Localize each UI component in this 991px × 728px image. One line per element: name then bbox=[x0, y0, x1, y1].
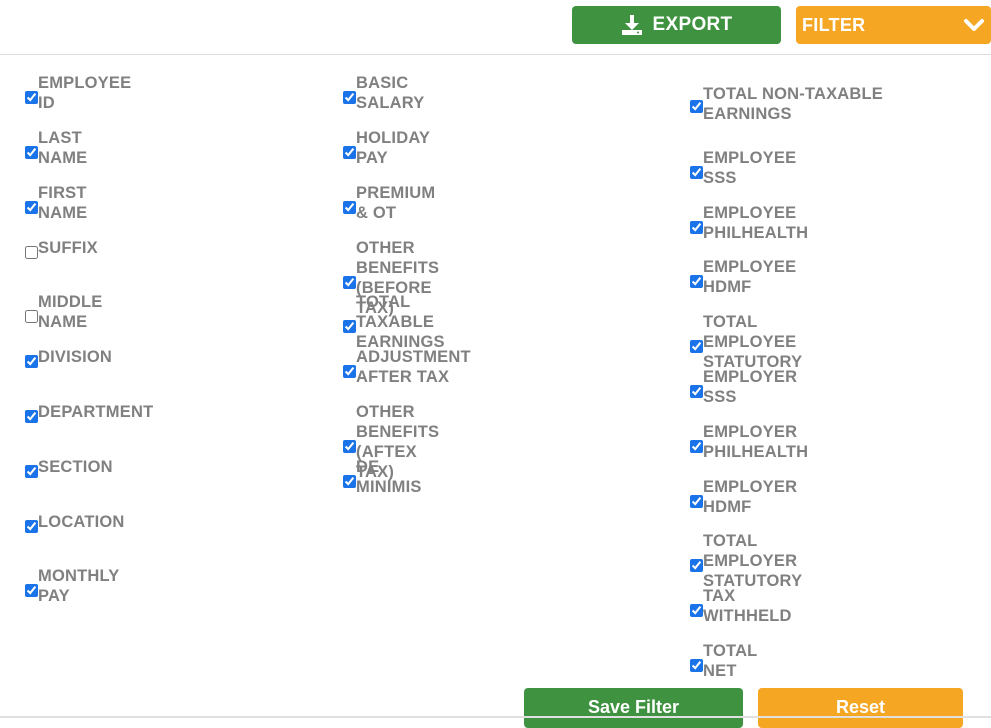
column-checkbox[interactable] bbox=[690, 603, 703, 617]
column-checkbox[interactable] bbox=[25, 583, 38, 597]
column-checkbox[interactable] bbox=[690, 274, 703, 288]
column-option[interactable]: TOTAL NET bbox=[690, 642, 757, 685]
column-option-label: TOTAL NON-TAXABLE EARNINGS bbox=[703, 85, 884, 123]
column-option[interactable]: DIVISION bbox=[25, 348, 112, 371]
column-option[interactable]: DE MINIMIS bbox=[343, 458, 422, 501]
column-option[interactable]: TAX WITHHELD bbox=[690, 587, 792, 630]
column-option[interactable]: ADJUSTMENT AFTER TAX bbox=[343, 348, 471, 391]
column-option-label: DEPARTMENT bbox=[38, 403, 154, 421]
column-option-label: EMPLOYEE ID bbox=[38, 74, 132, 112]
column-checkbox[interactable] bbox=[690, 494, 703, 508]
download-icon bbox=[621, 15, 642, 35]
column-option[interactable]: PREMIUM & OT bbox=[343, 184, 435, 227]
column-checkbox[interactable] bbox=[690, 384, 703, 398]
column-option-label: LOCATION bbox=[38, 513, 125, 531]
column-option[interactable]: EMPLOYEE SSS bbox=[690, 149, 796, 192]
column-option[interactable]: TOTAL NON-TAXABLE EARNINGS bbox=[690, 85, 943, 126]
filter-dropdown[interactable]: FILTER bbox=[796, 6, 991, 44]
column-checkbox[interactable] bbox=[25, 309, 38, 323]
column-option-label: EMPLOYER SSS bbox=[703, 368, 798, 406]
column-option[interactable]: DEPARTMENT bbox=[25, 403, 153, 426]
reset-label: Reset bbox=[835, 697, 886, 717]
column-checkbox[interactable] bbox=[343, 439, 356, 453]
column-checkbox[interactable] bbox=[343, 145, 356, 159]
column-option-label: TOTAL EMPLOYEE STATUTORY bbox=[703, 313, 803, 371]
column-checkbox[interactable] bbox=[690, 220, 703, 234]
column-checkbox[interactable] bbox=[25, 409, 38, 423]
column-checkbox[interactable] bbox=[343, 275, 356, 289]
column-option[interactable]: EMPLOYER PHILHEALTH bbox=[690, 423, 808, 466]
column-option[interactable]: LAST NAME bbox=[25, 129, 87, 172]
column-option-label: EMPLOYER HDMF bbox=[703, 478, 798, 516]
column-checkbox[interactable] bbox=[690, 339, 703, 353]
column-checkbox[interactable] bbox=[343, 474, 356, 488]
column-option[interactable]: HOLIDAY PAY bbox=[343, 129, 430, 172]
column-option-label: EMPLOYEE HDMF bbox=[703, 258, 797, 296]
column-option[interactable]: MIDDLE NAME bbox=[25, 293, 102, 336]
toolbar: EXPORT FILTER bbox=[0, 0, 991, 55]
filter-label: FILTER bbox=[802, 14, 866, 35]
column-option-label: FIRST NAME bbox=[38, 184, 88, 222]
column-option-label: EMPLOYEE PHILHEALTH bbox=[703, 204, 809, 242]
export-label: EXPORT bbox=[652, 14, 733, 35]
column-option-label: SECTION bbox=[38, 458, 113, 476]
column-option[interactable]: EMPLOYER HDMF bbox=[690, 478, 797, 521]
column-option-label: MIDDLE NAME bbox=[38, 293, 103, 331]
column-checkbox[interactable] bbox=[343, 319, 356, 333]
column-checkbox[interactable] bbox=[25, 464, 38, 478]
column-option-label: HOLIDAY PAY bbox=[356, 129, 430, 167]
column-checkbox[interactable] bbox=[343, 90, 356, 104]
export-button[interactable]: EXPORT bbox=[572, 6, 781, 44]
column-option[interactable]: EMPLOYEE ID bbox=[25, 74, 131, 117]
column-checkbox[interactable] bbox=[690, 558, 703, 572]
column-checkbox[interactable] bbox=[690, 439, 703, 453]
column-option[interactable]: FIRST NAME bbox=[25, 184, 87, 227]
column-option[interactable]: EMPLOYER SSS bbox=[690, 368, 797, 411]
column-checkbox[interactable] bbox=[343, 200, 356, 214]
column-option-label: DE MINIMIS bbox=[356, 458, 422, 496]
column-option-label: TAX WITHHELD bbox=[703, 587, 792, 625]
column-checkbox[interactable] bbox=[690, 658, 703, 672]
column-checkbox[interactable] bbox=[25, 145, 38, 159]
save-filter-label: Save Filter bbox=[587, 697, 680, 717]
column-option-label: LAST NAME bbox=[38, 129, 88, 167]
column-option-label: PREMIUM & OT bbox=[356, 184, 436, 222]
column-checkbox[interactable] bbox=[25, 200, 38, 214]
column-checkbox[interactable] bbox=[690, 165, 703, 179]
column-option[interactable]: SECTION bbox=[25, 458, 113, 481]
column-checkbox[interactable] bbox=[25, 354, 38, 368]
column-checkbox[interactable] bbox=[343, 364, 356, 378]
column-checkbox[interactable] bbox=[690, 99, 703, 113]
column-option-label: TOTAL TAXABLE EARNINGS bbox=[356, 293, 445, 351]
column-checkbox[interactable] bbox=[25, 245, 38, 259]
column-option[interactable]: EMPLOYEE PHILHEALTH bbox=[690, 204, 808, 247]
column-option-label: MONTHLY PAY bbox=[38, 567, 120, 605]
column-option[interactable]: BASIC SALARY bbox=[343, 74, 424, 117]
column-option-label: TOTAL NET bbox=[703, 642, 758, 680]
column-option-label: TOTAL EMPLOYER STATUTORY bbox=[703, 532, 803, 590]
column-option-label: SUFFIX bbox=[38, 239, 98, 257]
column-option-label: DIVISION bbox=[38, 348, 113, 366]
column-option[interactable]: LOCATION bbox=[25, 513, 125, 536]
column-option[interactable]: SUFFIX bbox=[25, 239, 98, 262]
column-option-label: EMPLOYER PHILHEALTH bbox=[703, 423, 809, 461]
column-checkbox[interactable] bbox=[25, 519, 38, 533]
column-checkbox[interactable] bbox=[25, 90, 38, 104]
column-option[interactable]: EMPLOYEE HDMF bbox=[690, 258, 796, 301]
reset-button[interactable]: Reset bbox=[758, 688, 963, 728]
chevron-down-icon bbox=[964, 19, 984, 31]
column-option-label: EMPLOYEE SSS bbox=[703, 149, 797, 187]
column-option[interactable]: MONTHLY PAY bbox=[25, 567, 119, 610]
column-option-label: BASIC SALARY bbox=[356, 74, 425, 112]
column-option-label: ADJUSTMENT AFTER TAX bbox=[356, 348, 471, 386]
save-filter-button[interactable]: Save Filter bbox=[524, 688, 743, 728]
